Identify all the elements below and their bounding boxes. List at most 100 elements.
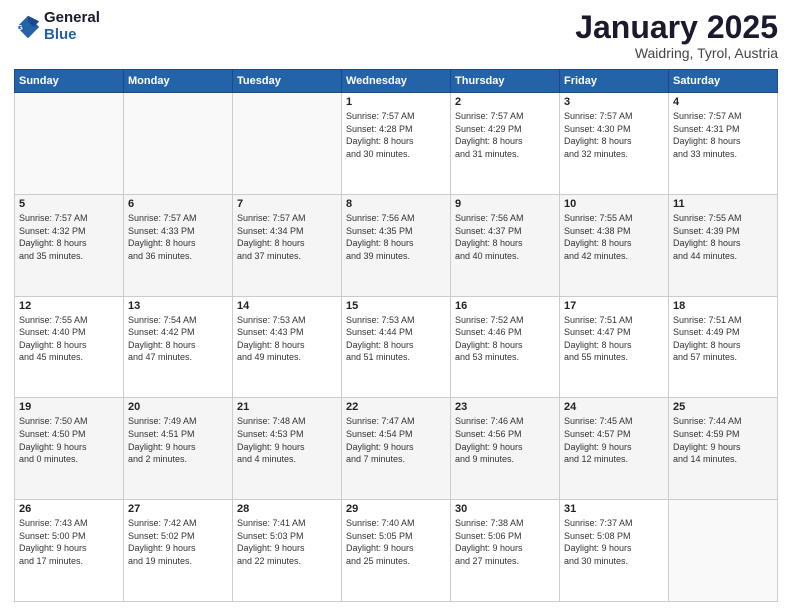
col-header-thursday: Thursday [451, 70, 560, 93]
day-number: 22 [346, 401, 446, 413]
logo: G General Blue [14, 10, 100, 43]
calendar-cell: 7 Sunrise: 7:57 AMSunset: 4:34 PMDaylight… [233, 194, 342, 296]
calendar-cell: 15Sunrise: 7:53 AMSunset: 4:44 PMDayligh… [342, 296, 451, 398]
col-header-friday: Friday [560, 70, 669, 93]
calendar-cell: 11 Sunrise: 7:55 AMSunset: 4:39 PMDayligh… [669, 194, 778, 296]
day-info: Sunrise: 7:55 AMSunset: 4:40 PMDaylight:… [19, 314, 119, 364]
day-info: Sunrise: 7:45 AMSunset: 4:57 PMDaylight:… [564, 415, 664, 465]
calendar-cell: 23 Sunrise: 7:46 AMSunset: 4:56 PMDayligh… [451, 398, 560, 500]
calendar-cell: 9 Sunrise: 7:56 AMSunset: 4:37 PMDaylight… [451, 194, 560, 296]
day-info: Sunrise: 7:53 AMSunset: 4:44 PMDaylight:… [346, 314, 446, 364]
day-number: 3 [564, 96, 664, 108]
day-info: Sunrise: 7:49 AMSunset: 4:51 PMDaylight:… [128, 415, 228, 465]
day-info: Sunrise: 7:57 AMSunset: 4:31 PMDaylight:… [673, 110, 773, 160]
calendar-cell: 17Sunrise: 7:51 AMSunset: 4:47 PMDayligh… [560, 296, 669, 398]
day-info: Sunrise: 7:54 AMSunset: 4:42 PMDaylight:… [128, 314, 228, 364]
day-number: 7 [237, 198, 337, 210]
day-info: Sunrise: 7:57 AMSunset: 4:29 PMDaylight:… [455, 110, 555, 160]
day-info: Sunrise: 7:55 AMSunset: 4:39 PMDaylight:… [673, 212, 773, 262]
day-number: 21 [237, 401, 337, 413]
day-number: 30 [455, 503, 555, 515]
day-info: Sunrise: 7:57 AMSunset: 4:33 PMDaylight:… [128, 212, 228, 262]
logo-icon: G [14, 13, 42, 41]
day-number: 20 [128, 401, 228, 413]
week-row-4: 19Sunrise: 7:50 AMSunset: 4:50 PMDayligh… [15, 398, 778, 500]
day-number: 8 [346, 198, 446, 210]
calendar-cell: 26Sunrise: 7:43 AMSunset: 5:00 PMDayligh… [15, 500, 124, 602]
calendar-cell: 2 Sunrise: 7:57 AMSunset: 4:29 PMDaylight… [451, 93, 560, 195]
day-info: Sunrise: 7:57 AMSunset: 4:30 PMDaylight:… [564, 110, 664, 160]
col-header-wednesday: Wednesday [342, 70, 451, 93]
calendar-title: January 2025 [575, 10, 778, 45]
day-info: Sunrise: 7:48 AMSunset: 4:53 PMDaylight:… [237, 415, 337, 465]
calendar-cell: 8Sunrise: 7:56 AMSunset: 4:35 PMDaylight… [342, 194, 451, 296]
day-info: Sunrise: 7:41 AMSunset: 5:03 PMDaylight:… [237, 517, 337, 567]
col-header-monday: Monday [124, 70, 233, 93]
day-number: 29 [346, 503, 446, 515]
day-number: 27 [128, 503, 228, 515]
week-row-3: 12 Sunrise: 7:55 AMSunset: 4:40 PMDayligh… [15, 296, 778, 398]
calendar-page: G General Blue January 2025 Waidring, Ty… [0, 0, 792, 612]
day-number: 25 [673, 401, 773, 413]
day-info: Sunrise: 7:40 AMSunset: 5:05 PMDaylight:… [346, 517, 446, 567]
day-number: 2 [455, 96, 555, 108]
day-number: 18 [673, 300, 773, 312]
calendar-cell [124, 93, 233, 195]
day-info: Sunrise: 7:50 AMSunset: 4:50 PMDaylight:… [19, 415, 119, 465]
logo-line2: Blue [44, 27, 100, 44]
day-info: Sunrise: 7:57 AMSunset: 4:34 PMDaylight:… [237, 212, 337, 262]
calendar-cell: 14Sunrise: 7:53 AMSunset: 4:43 PMDayligh… [233, 296, 342, 398]
day-number: 6 [128, 198, 228, 210]
day-number: 28 [237, 503, 337, 515]
calendar-cell: 12 Sunrise: 7:55 AMSunset: 4:40 PMDayligh… [15, 296, 124, 398]
day-number: 9 [455, 198, 555, 210]
calendar-table: SundayMondayTuesdayWednesdayThursdayFrid… [14, 69, 778, 602]
title-block: January 2025 Waidring, Tyrol, Austria [575, 10, 778, 61]
header: G General Blue January 2025 Waidring, Ty… [14, 10, 778, 61]
calendar-cell: 28 Sunrise: 7:41 AMSunset: 5:03 PMDayligh… [233, 500, 342, 602]
day-info: Sunrise: 7:57 AMSunset: 4:32 PMDaylight:… [19, 212, 119, 262]
day-info: Sunrise: 7:46 AMSunset: 4:56 PMDaylight:… [455, 415, 555, 465]
day-info: Sunrise: 7:38 AMSunset: 5:06 PMDaylight:… [455, 517, 555, 567]
day-number: 31 [564, 503, 664, 515]
day-number: 24 [564, 401, 664, 413]
day-info: Sunrise: 7:47 AMSunset: 4:54 PMDaylight:… [346, 415, 446, 465]
day-info: Sunrise: 7:56 AMSunset: 4:37 PMDaylight:… [455, 212, 555, 262]
calendar-cell [233, 93, 342, 195]
header-row: SundayMondayTuesdayWednesdayThursdayFrid… [15, 70, 778, 93]
calendar-cell: 21 Sunrise: 7:48 AMSunset: 4:53 PMDayligh… [233, 398, 342, 500]
day-info: Sunrise: 7:53 AMSunset: 4:43 PMDaylight:… [237, 314, 337, 364]
day-number: 12 [19, 300, 119, 312]
day-number: 11 [673, 198, 773, 210]
day-number: 26 [19, 503, 119, 515]
logo-line1: General [44, 10, 100, 27]
week-row-2: 5 Sunrise: 7:57 AMSunset: 4:32 PMDaylight… [15, 194, 778, 296]
day-number: 5 [19, 198, 119, 210]
calendar-cell: 13 Sunrise: 7:54 AMSunset: 4:42 PMDayligh… [124, 296, 233, 398]
col-header-saturday: Saturday [669, 70, 778, 93]
calendar-subtitle: Waidring, Tyrol, Austria [575, 45, 778, 61]
calendar-cell: 18Sunrise: 7:51 AMSunset: 4:49 PMDayligh… [669, 296, 778, 398]
calendar-cell: 29 Sunrise: 7:40 AMSunset: 5:05 PMDayligh… [342, 500, 451, 602]
calendar-cell: 16Sunrise: 7:52 AMSunset: 4:46 PMDayligh… [451, 296, 560, 398]
day-number: 1 [346, 96, 446, 108]
day-number: 23 [455, 401, 555, 413]
calendar-cell: 6 Sunrise: 7:57 AMSunset: 4:33 PMDaylight… [124, 194, 233, 296]
day-info: Sunrise: 7:42 AMSunset: 5:02 PMDaylight:… [128, 517, 228, 567]
col-header-sunday: Sunday [15, 70, 124, 93]
calendar-cell: 10Sunrise: 7:55 AMSunset: 4:38 PMDayligh… [560, 194, 669, 296]
col-header-tuesday: Tuesday [233, 70, 342, 93]
calendar-cell: 3 Sunrise: 7:57 AMSunset: 4:30 PMDaylight… [560, 93, 669, 195]
calendar-cell: 19Sunrise: 7:50 AMSunset: 4:50 PMDayligh… [15, 398, 124, 500]
calendar-cell: 24 Sunrise: 7:45 AMSunset: 4:57 PMDayligh… [560, 398, 669, 500]
svg-text:G: G [17, 22, 23, 31]
day-number: 10 [564, 198, 664, 210]
calendar-cell: 1Sunrise: 7:57 AMSunset: 4:28 PMDaylight… [342, 93, 451, 195]
calendar-cell: 27 Sunrise: 7:42 AMSunset: 5:02 PMDayligh… [124, 500, 233, 602]
calendar-cell [669, 500, 778, 602]
day-number: 13 [128, 300, 228, 312]
calendar-cell: 30 Sunrise: 7:38 AMSunset: 5:06 PMDayligh… [451, 500, 560, 602]
calendar-cell: 25Sunrise: 7:44 AMSunset: 4:59 PMDayligh… [669, 398, 778, 500]
week-row-1: 1Sunrise: 7:57 AMSunset: 4:28 PMDaylight… [15, 93, 778, 195]
calendar-cell: 20 Sunrise: 7:49 AMSunset: 4:51 PMDayligh… [124, 398, 233, 500]
